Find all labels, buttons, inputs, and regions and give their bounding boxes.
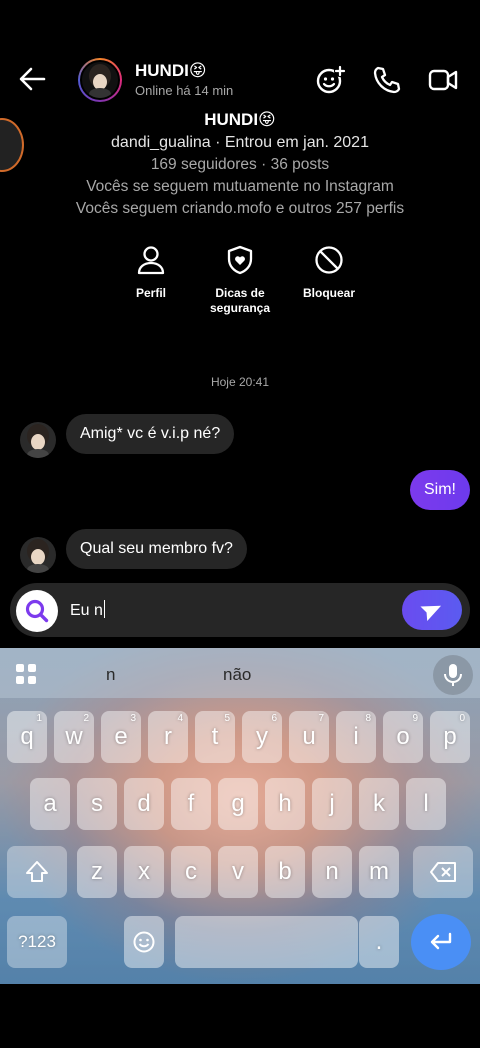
key-j[interactable]: j xyxy=(312,778,352,830)
safety-tips-button[interactable]: Dicas de segurança xyxy=(190,244,290,316)
key-c[interactable]: c xyxy=(171,846,211,898)
key-label: r xyxy=(164,723,172,750)
mutual-follow-line: Vocês se seguem mutuamente no Instagram xyxy=(86,178,394,195)
key-v[interactable]: v xyxy=(218,846,258,898)
message-bubble-incoming[interactable]: Amig* vc é v.i.p né? xyxy=(66,414,235,454)
emoji-icon xyxy=(133,931,155,953)
key-k[interactable]: k xyxy=(359,778,399,830)
symbols-key[interactable]: ?123 xyxy=(7,916,67,968)
key-m[interactable]: m xyxy=(359,846,399,898)
key-label: w xyxy=(65,723,83,750)
enter-icon xyxy=(430,932,452,950)
key-label: t xyxy=(211,723,219,750)
backspace-icon xyxy=(430,862,456,882)
microphone-icon[interactable] xyxy=(433,655,473,695)
message-composer: Eu n xyxy=(10,583,470,637)
key-u[interactable]: u7 xyxy=(289,711,329,763)
key-label: q xyxy=(20,723,34,750)
key-e[interactable]: e3 xyxy=(101,711,141,763)
safety-tips-label: Dicas de segurança xyxy=(209,286,271,315)
key-w[interactable]: w2 xyxy=(54,711,94,763)
key-hint: 4 xyxy=(177,713,183,724)
key-i[interactable]: i8 xyxy=(336,711,376,763)
key-label: u xyxy=(302,723,316,750)
key-r[interactable]: r4 xyxy=(148,711,188,763)
key-q[interactable]: q1 xyxy=(7,711,47,763)
suggestion-item[interactable]: não xyxy=(223,665,251,685)
key-n[interactable]: n xyxy=(312,846,352,898)
key-label: p xyxy=(443,723,457,750)
online-status: Online há 14 min xyxy=(135,83,234,98)
key-z[interactable]: z xyxy=(77,846,117,898)
shift-icon xyxy=(26,861,48,882)
key-hint: 7 xyxy=(318,713,324,724)
suggestion-item[interactable]: n xyxy=(106,665,115,685)
period-key[interactable]: . xyxy=(359,916,399,968)
key-h[interactable]: h xyxy=(265,778,305,830)
contact-avatar[interactable] xyxy=(78,58,122,102)
key-label: o xyxy=(396,723,410,750)
apps-grid-icon[interactable] xyxy=(15,663,37,685)
block-label: Bloquear xyxy=(302,286,355,300)
back-arrow-icon[interactable] xyxy=(16,62,50,96)
message-bubble-incoming[interactable]: Qual seu membro fv? xyxy=(66,529,247,569)
backspace-key[interactable] xyxy=(413,846,473,898)
send-icon xyxy=(420,605,442,622)
key-hint: 0 xyxy=(459,713,465,724)
enter-key[interactable] xyxy=(411,914,471,970)
key-hint: 5 xyxy=(224,713,230,724)
key-x[interactable]: x xyxy=(124,846,164,898)
key-s[interactable]: s xyxy=(77,778,117,830)
profile-stats-line: 169 seguidores · 36 posts xyxy=(150,156,330,173)
followed-by-line: Vocês seguem criando.mofo e outros 257 p… xyxy=(75,200,405,217)
video-call-icon[interactable] xyxy=(427,64,459,96)
key-f[interactable]: f xyxy=(171,778,211,830)
message-input[interactable]: Eu n xyxy=(70,600,106,620)
search-button[interactable] xyxy=(16,590,58,632)
key-label: i xyxy=(353,723,359,750)
profile-handle-line: dandi_gualina · Entrou em jan. 2021 xyxy=(111,134,369,151)
search-icon xyxy=(25,599,49,623)
key-d[interactable]: d xyxy=(124,778,164,830)
key-hint: 3 xyxy=(130,713,136,724)
key-hint: 8 xyxy=(365,713,371,724)
key-label: y xyxy=(256,723,268,750)
key-hint: 1 xyxy=(36,713,42,724)
video-effects-icon[interactable] xyxy=(315,64,347,96)
key-hint: 2 xyxy=(83,713,89,724)
message-bubble-outgoing[interactable]: Sim! xyxy=(410,470,470,510)
key-a[interactable]: a xyxy=(30,778,70,830)
key-g[interactable]: g xyxy=(218,778,258,830)
key-b[interactable]: b xyxy=(265,846,305,898)
key-o[interactable]: o9 xyxy=(383,711,423,763)
shift-key[interactable] xyxy=(7,846,67,898)
shield-heart-icon xyxy=(227,245,253,275)
block-icon xyxy=(315,246,343,274)
key-p[interactable]: p0 xyxy=(430,711,470,763)
profile-action-label: Perfil xyxy=(135,286,166,300)
message-input-value: Eu n xyxy=(70,602,103,619)
phone-call-icon[interactable] xyxy=(371,64,403,96)
emoji-key[interactable] xyxy=(124,916,164,968)
key-y[interactable]: y6 xyxy=(242,711,282,763)
person-icon xyxy=(137,246,165,275)
key-hint: 9 xyxy=(412,713,418,724)
send-button[interactable] xyxy=(402,590,462,630)
sender-avatar[interactable] xyxy=(20,422,56,458)
contact-name[interactable]: HUNDI😝 xyxy=(135,61,207,81)
chat-timestamp: Hoje 20:41 xyxy=(210,375,270,389)
key-hint: 6 xyxy=(271,713,277,724)
space-key[interactable] xyxy=(175,916,358,968)
key-l[interactable]: l xyxy=(406,778,446,830)
profile-name: HUNDI😝 xyxy=(204,110,276,129)
key-t[interactable]: t5 xyxy=(195,711,235,763)
keyboard: n não q1 w2 e3 r4 t5 y6 u7 i8 o9 p0 a s … xyxy=(0,648,480,984)
profile-action-button[interactable]: Perfil xyxy=(101,244,201,301)
system-nav-bar xyxy=(0,984,480,1048)
key-label: e xyxy=(114,723,128,750)
block-button[interactable]: Bloquear xyxy=(279,244,379,301)
sender-avatar[interactable] xyxy=(20,537,56,573)
